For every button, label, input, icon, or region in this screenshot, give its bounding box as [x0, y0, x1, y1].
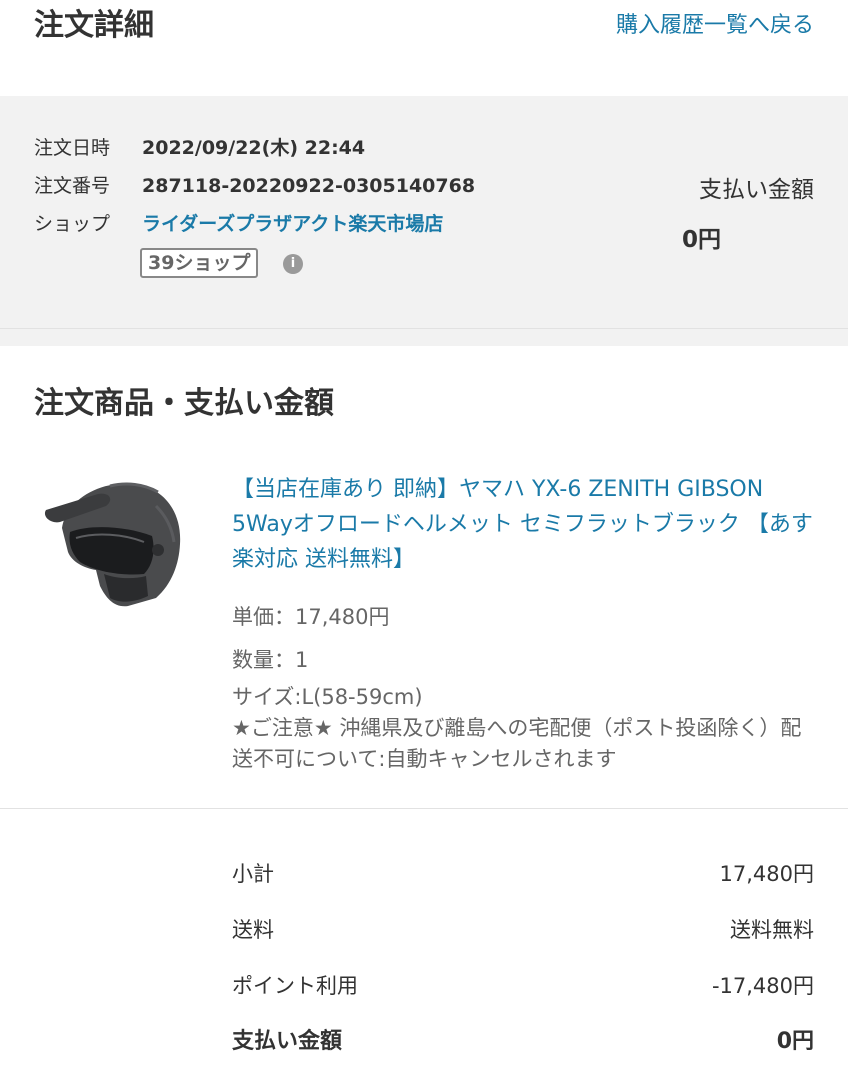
order-date-label: 注文日時	[34, 137, 111, 159]
helmet-icon	[44, 482, 181, 607]
points-value: -17,480円	[711, 974, 814, 998]
points-row: ポイント利用 -17,480円	[232, 970, 814, 1002]
product-name-link[interactable]: 【当店在庫あり 即納】ヤマハ YX-6 ZENITH GIBSON 5Wayオフ…	[232, 472, 816, 577]
back-to-purchase-history-link[interactable]: 購入履歴一覧へ戻る	[616, 10, 814, 42]
divider	[0, 808, 848, 809]
shipping-label: 送料	[232, 918, 274, 942]
order-date-row: 注文日時 2022/09/22(木) 22:44	[34, 134, 365, 162]
subtotal-value: 17,480円	[719, 862, 814, 886]
section-title: 注文商品・支払い金額	[34, 386, 334, 421]
order-date-value: 2022/09/22(木) 22:44	[142, 137, 366, 159]
page-title: 注文詳細	[34, 8, 154, 43]
shop-39-badge: 39ショップ	[140, 248, 259, 278]
subtotal-row: 小計 17,480円	[232, 858, 814, 890]
summary-payment-value: 0円	[682, 227, 722, 253]
order-number-row: 注文番号 287118-20220922-0305140768	[34, 172, 475, 200]
order-summary-panel: 注文日時 2022/09/22(木) 22:44 注文番号 287118-20220…	[0, 96, 848, 328]
total-label: 支払い金額	[232, 1029, 343, 1054]
order-number-label: 注文番号	[34, 175, 111, 197]
section-divider	[0, 328, 848, 346]
size-option: サイズ:L(58-59cm)	[232, 685, 423, 709]
quantity: 数量：1	[232, 648, 309, 672]
shipping-row: 送料 送料無料	[232, 914, 814, 946]
summary-payment-label: 支払い金額	[699, 177, 814, 203]
total-row: 支払い金額 0円	[232, 1026, 814, 1058]
unit-price: 単価：17,480円	[232, 605, 390, 629]
subtotal-label: 小計	[232, 862, 274, 886]
helmet-image[interactable]	[40, 466, 190, 616]
points-label: ポイント利用	[232, 974, 358, 998]
order-number-value: 287118-20220922-0305140768	[142, 175, 476, 197]
total-value: 0円	[776, 1029, 814, 1054]
shipping-value: 送料無料	[730, 918, 814, 942]
info-icon[interactable]: i	[283, 254, 303, 274]
page-header: 注文詳細 購入履歴一覧へ戻る	[0, 0, 848, 96]
shipping-notice: ★ご注意★ 沖縄県及び離島への宅配便（ポスト投函除く）配送不可について:自動キャ…	[232, 716, 802, 771]
shop-row: ショップ ライダーズプラザアクト楽天市場店	[34, 210, 443, 238]
shop-name-link[interactable]: ライダーズプラザアクト楽天市場店	[142, 213, 443, 235]
shop-label: ショップ	[34, 213, 111, 235]
